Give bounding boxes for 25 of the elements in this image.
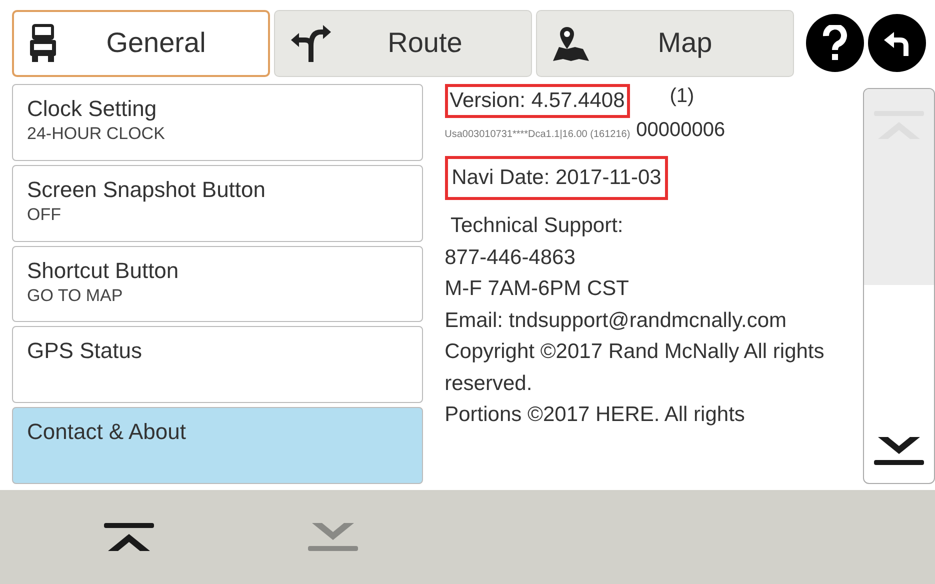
- support-text: M-F 7AM-6PM CST: [444, 276, 630, 302]
- scroll-bottom-icon: [872, 435, 926, 467]
- tab[interactable]: General: [12, 10, 270, 76]
- settings-item[interactable]: Screen Snapshot Button OFF: [12, 164, 423, 242]
- scroll-bottom-icon: [306, 521, 360, 553]
- support-text: 877-446-4863: [444, 244, 576, 270]
- navi-date-text: Navi Date: 2017-11-03: [444, 156, 668, 200]
- settings-item[interactable]: Shortcut Button GO TO MAP: [12, 246, 423, 322]
- settings-item[interactable]: Clock Setting 24-HOUR CLOCK: [12, 84, 423, 161]
- tab[interactable]: Map: [536, 10, 794, 76]
- question-mark-icon: [823, 25, 847, 61]
- build-text: Usa003010731****Dca1.1|16.00 (161216): [444, 128, 630, 142]
- version-text: Version: 4.57.4408: [444, 84, 630, 118]
- truck-icon: [28, 22, 58, 64]
- support-text: Portions ©2017 HERE. All rights: [444, 402, 746, 428]
- version-note: (1): [670, 84, 694, 108]
- split-arrows-icon: [289, 22, 333, 64]
- build-number: 00000006: [636, 118, 726, 142]
- support-text: Copyright ©2017 Rand McNally All rights reserved.: [444, 339, 826, 396]
- tab[interactable]: Route: [274, 10, 532, 76]
- settings-item[interactable]: Contact & About: [12, 407, 423, 484]
- scroll-top-icon: [102, 521, 156, 553]
- support-text: Email: tndsupport@randmcnally.com: [444, 308, 788, 334]
- settings-item[interactable]: GPS Status: [12, 326, 423, 404]
- support-text: Technical Support:: [449, 213, 624, 239]
